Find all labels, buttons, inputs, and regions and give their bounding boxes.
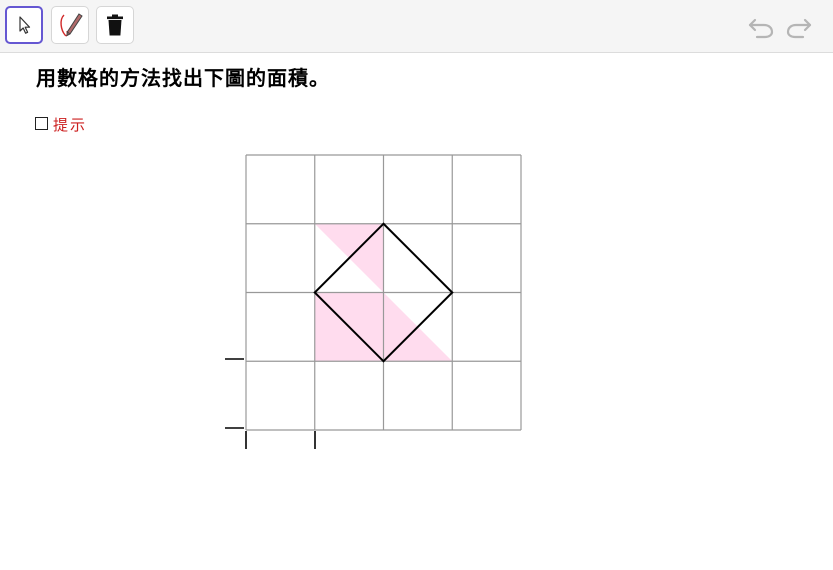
geometry-board[interactable] xyxy=(0,0,833,570)
grid xyxy=(245,154,522,431)
axis-ticks xyxy=(225,358,316,449)
